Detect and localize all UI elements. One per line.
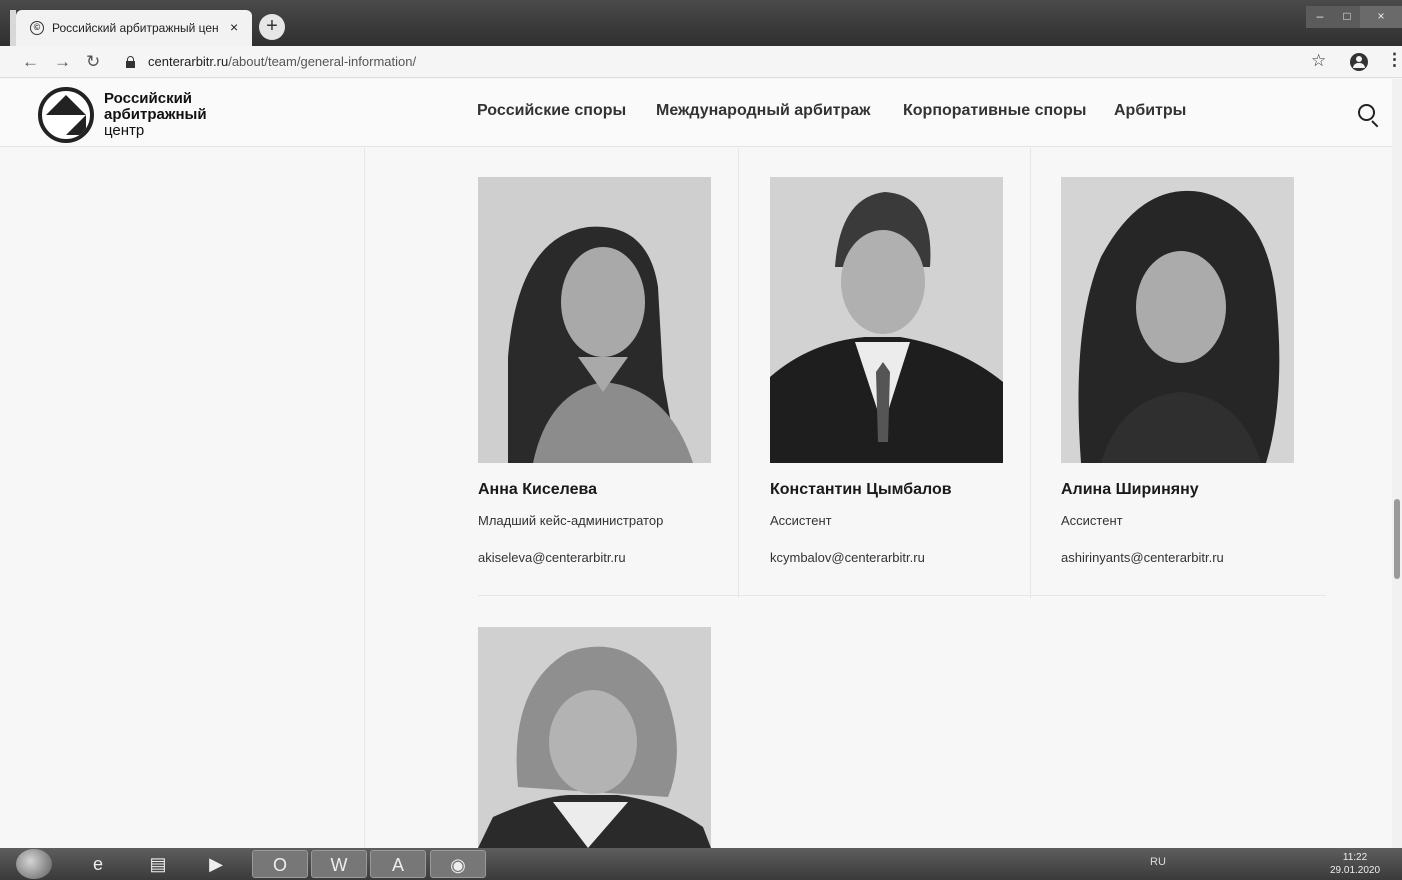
- site-favicon-icon: ©: [30, 21, 44, 35]
- member-name: Анна Киселева: [478, 481, 597, 498]
- lock-icon: [126, 56, 135, 68]
- column-divider: [364, 148, 365, 848]
- internet-explorer-icon[interactable]: e: [70, 850, 126, 878]
- member-role: Ассистент: [770, 513, 832, 528]
- profile-avatar-icon[interactable]: [1350, 53, 1368, 71]
- card-divider: [738, 148, 739, 598]
- taskbar-clock[interactable]: 11:22 29.01.2020: [1330, 851, 1380, 877]
- reload-icon[interactable]: ↻: [86, 51, 100, 73]
- member-email[interactable]: kcymbalov@centerarbitr.ru: [770, 550, 925, 565]
- acrobat-icon[interactable]: A: [370, 850, 426, 878]
- team-photo: [478, 627, 711, 848]
- member-email[interactable]: akiseleva@centerarbitr.ru: [478, 550, 626, 565]
- nav-arbitrators[interactable]: Арбитры: [1114, 102, 1186, 120]
- forward-arrow-icon[interactable]: →: [54, 51, 71, 73]
- windows-taskbar: e ▤ ▶ O W A ◉ RU 11:22 29.01.2020: [0, 848, 1402, 880]
- minimize-button[interactable]: –: [1306, 6, 1334, 28]
- logo-line-1: Российский: [104, 90, 193, 107]
- member-name: Константин Цымбалов: [770, 481, 952, 498]
- logo-line-3: центр: [104, 122, 145, 139]
- row-divider: [478, 595, 1326, 596]
- logo-line-2: арбитражный: [104, 106, 207, 123]
- nav-international-arbitration[interactable]: Международный арбитраж: [656, 102, 871, 120]
- url-host: centerarbitr.ru: [148, 54, 229, 69]
- browser-tab-strip: © Российский арбитражный цен × + – □ ×: [0, 0, 1402, 46]
- screen: © Российский арбитражный цен × + – □ × ←…: [0, 0, 1402, 880]
- team-photo: [770, 177, 1003, 463]
- logo-text[interactable]: Российский арбитражный центр: [104, 91, 207, 139]
- back-arrow-icon[interactable]: ←: [22, 51, 39, 73]
- nav-corporate-disputes[interactable]: Корпоративные споры: [903, 102, 1086, 120]
- tab-close-icon[interactable]: ×: [230, 19, 238, 35]
- word-icon[interactable]: W: [311, 850, 367, 878]
- media-player-icon[interactable]: ▶: [188, 850, 244, 878]
- member-name: Алина Шириняну: [1061, 481, 1199, 498]
- window-controls: – □ ×: [1306, 6, 1402, 28]
- clock-time: 11:22: [1342, 852, 1368, 863]
- team-photo: [1061, 177, 1294, 463]
- team-photo: [478, 177, 711, 463]
- maximize-button[interactable]: □: [1334, 6, 1360, 28]
- url-path: /about/team/general-information/: [228, 54, 417, 69]
- start-button[interactable]: [16, 849, 52, 879]
- tab-title: Российский арбитражный цен: [52, 21, 219, 35]
- clock-date: 29.01.2020: [1330, 865, 1381, 876]
- page-scrollbar[interactable]: [1392, 79, 1402, 848]
- tray-language[interactable]: RU: [1150, 856, 1166, 868]
- nav-russian-disputes[interactable]: Российские споры: [477, 102, 626, 120]
- outlook-icon[interactable]: O: [252, 850, 308, 878]
- card-divider: [1030, 148, 1031, 598]
- site-header: Российский арбитражный центр Российские …: [0, 79, 1392, 147]
- browser-tab[interactable]: © Российский арбитражный цен ×: [16, 10, 252, 46]
- close-window-button[interactable]: ×: [1360, 6, 1402, 28]
- file-explorer-icon[interactable]: ▤: [130, 850, 186, 878]
- member-email[interactable]: ashirinyants@centerarbitr.ru: [1061, 550, 1224, 565]
- chrome-icon[interactable]: ◉: [430, 850, 486, 878]
- bookmark-star-icon[interactable]: ☆: [1311, 51, 1326, 71]
- browser-toolbar: ← → ↻ centerarbitr.ru/about/team/general…: [0, 46, 1402, 78]
- system-tray: RU: [1150, 856, 1166, 868]
- team-content: Анна Киселева Младший кейс-администратор…: [0, 148, 1392, 848]
- member-role: Младший кейс-администратор: [478, 513, 664, 528]
- member-role: Ассистент: [1061, 513, 1123, 528]
- search-icon[interactable]: [1358, 104, 1380, 128]
- address-bar[interactable]: centerarbitr.ru/about/team/general-infor…: [148, 54, 416, 69]
- new-tab-button[interactable]: +: [259, 14, 285, 40]
- browser-menu-icon[interactable]: ⋮: [1386, 50, 1402, 70]
- logo-icon[interactable]: [38, 87, 94, 143]
- scrollbar-thumb[interactable]: [1394, 499, 1400, 579]
